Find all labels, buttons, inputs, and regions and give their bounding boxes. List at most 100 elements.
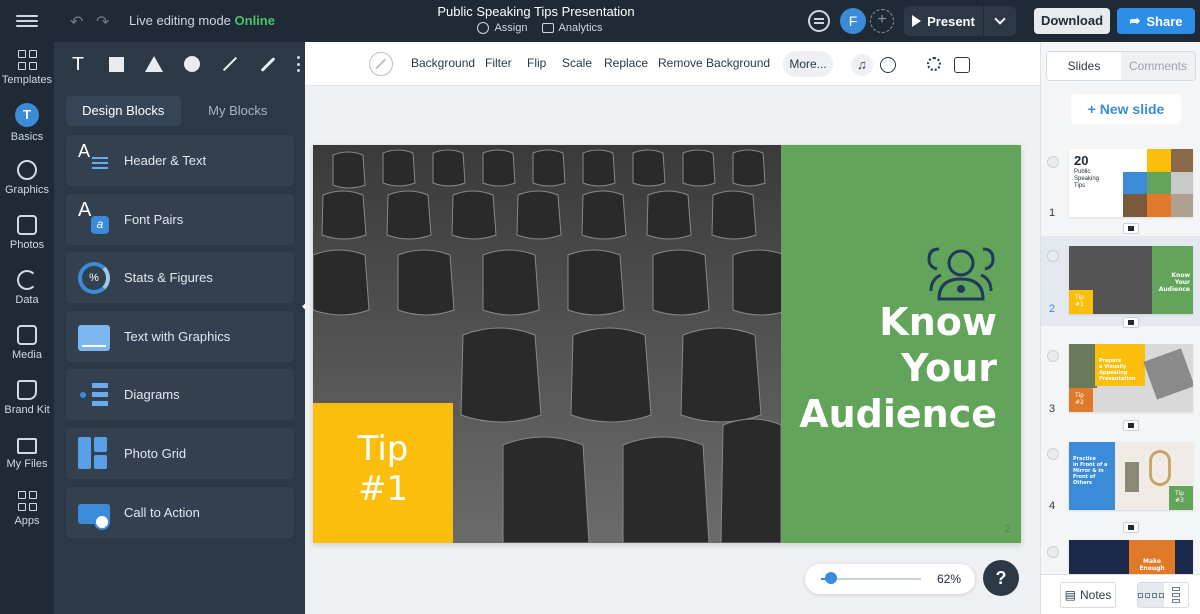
- rail-item-my-files[interactable]: My Files: [0, 428, 54, 483]
- option-scale[interactable]: Scale: [562, 56, 592, 70]
- slide-thumb-row-selected[interactable]: 2 Know Your Audience Tip #1: [1041, 236, 1200, 328]
- more-tools-icon[interactable]: [296, 56, 300, 72]
- slide-thumbnail-5[interactable]: Make Enough: [1069, 540, 1193, 574]
- basics-panel: T Design Blocks My Blocks Header & Text …: [54, 42, 305, 614]
- present-label: Present: [927, 13, 975, 29]
- rail-label: Apps: [14, 515, 40, 527]
- download-button[interactable]: Download: [1034, 8, 1110, 34]
- help-button[interactable]: ?: [983, 560, 1019, 596]
- share-label: Share: [1146, 13, 1183, 29]
- block-header-text[interactable]: Header & Text: [66, 135, 294, 186]
- more-options-button[interactable]: More...: [783, 51, 833, 77]
- avatar[interactable]: F: [840, 8, 866, 34]
- draw-tool[interactable]: [258, 54, 278, 74]
- slide-thumb-row[interactable]: 3 Prepare a Visually Appealing Presentat…: [1041, 336, 1200, 431]
- slide-thumbnail-2[interactable]: Know Your Audience Tip #1: [1069, 246, 1193, 314]
- slide-menu-icon[interactable]: [1047, 156, 1059, 168]
- transition-icon[interactable]: [1123, 522, 1139, 533]
- block-stats-figures[interactable]: % Stats & Figures: [66, 252, 294, 304]
- block-call-to-action[interactable]: Call to Action: [66, 486, 294, 538]
- mode-label: Live editing mode: [129, 13, 231, 28]
- option-background[interactable]: Background: [411, 56, 475, 70]
- title-panel: Know Your Audience 2: [781, 145, 1021, 543]
- mode-status: Online: [234, 13, 275, 28]
- transition-icon[interactable]: [1123, 420, 1139, 431]
- zoom-control: 62%: [805, 564, 975, 594]
- slide-menu-icon[interactable]: [1047, 448, 1059, 460]
- slides-bottom-bar: ▤ Notes: [1041, 574, 1200, 614]
- slide-thumb-row[interactable]: Make Enough: [1041, 534, 1200, 574]
- slide-thumbnail-1[interactable]: 20 Public Speaking Tips: [1069, 149, 1193, 217]
- slide-thumbnail-3[interactable]: Prepare a Visually Appealing Presentatio…: [1069, 344, 1193, 412]
- list-view-button[interactable]: [1164, 583, 1188, 607]
- slides-panel: Slides Comments + New slide 1 20 Public …: [1040, 42, 1200, 614]
- grid-view-button[interactable]: [1138, 583, 1164, 607]
- undo-icon[interactable]: ↶: [70, 12, 83, 32]
- rectangle-tool[interactable]: [106, 54, 126, 74]
- document-title[interactable]: Public Speaking Tips Presentation: [400, 4, 672, 19]
- new-slide-button[interactable]: + New slide: [1071, 94, 1181, 124]
- zoom-slider-handle[interactable]: [825, 572, 837, 584]
- slide-menu-icon[interactable]: [1047, 250, 1059, 262]
- block-diagrams[interactable]: Diagrams: [66, 369, 294, 421]
- assign-icon: [477, 22, 490, 34]
- slide-thumb-row[interactable]: 1 20 Public Speaking Tips: [1041, 142, 1200, 234]
- circle-tool[interactable]: [182, 54, 202, 74]
- comments-icon[interactable]: [808, 10, 830, 32]
- editor-app: ↶ ↷ Live editing mode Online Public Spea…: [0, 0, 1200, 614]
- triangle-tool[interactable]: [144, 54, 164, 74]
- text-graphics-icon: [78, 324, 110, 351]
- line-icon: [222, 56, 238, 72]
- notes-button[interactable]: ▤ Notes: [1060, 582, 1116, 608]
- rail-item-basics[interactable]: T Basics: [0, 97, 54, 152]
- menu-icon[interactable]: [14, 12, 40, 30]
- add-collaborator-icon[interactable]: +: [870, 9, 894, 33]
- tab-comments[interactable]: Comments: [1121, 52, 1195, 80]
- rail-item-brand-kit[interactable]: Brand Kit: [0, 372, 54, 427]
- slide-menu-icon[interactable]: [1047, 546, 1059, 558]
- slide-heading[interactable]: Know Your Audience: [767, 299, 997, 437]
- option-filter[interactable]: Filter: [485, 56, 512, 70]
- triangle-icon: [145, 56, 163, 72]
- media-icon: [17, 325, 37, 345]
- block-text-graphics[interactable]: Text with Graphics: [66, 310, 294, 362]
- rail-item-graphics[interactable]: Graphics: [0, 152, 54, 207]
- option-replace[interactable]: Replace: [604, 56, 648, 70]
- rail-item-photos[interactable]: Photos: [0, 207, 54, 262]
- tab-my-blocks[interactable]: My Blocks: [181, 96, 296, 126]
- block-photo-grid[interactable]: Photo Grid: [66, 427, 294, 479]
- slide-number: 4: [1049, 500, 1056, 512]
- option-remove-background[interactable]: Remove Background: [658, 56, 770, 70]
- rail-item-media[interactable]: Media: [0, 317, 54, 372]
- text-tool-icon[interactable]: T: [68, 54, 88, 75]
- gear-icon[interactable]: [927, 57, 941, 71]
- present-button[interactable]: Present: [904, 6, 984, 36]
- slide-menu-icon[interactable]: [1047, 350, 1059, 362]
- redo-icon[interactable]: ↷: [96, 12, 109, 32]
- present-dropdown[interactable]: [984, 6, 1016, 36]
- rail-item-templates[interactable]: Templates: [0, 42, 54, 97]
- analytics-link[interactable]: Analytics: [541, 22, 603, 34]
- folder-icon: [17, 438, 37, 454]
- share-button[interactable]: ➦ Share: [1117, 8, 1195, 34]
- tip-box[interactable]: Tip #1: [313, 403, 453, 543]
- slide-thumb-row[interactable]: 4 Practice in Front of a Mirror & in Fro…: [1041, 434, 1200, 534]
- grid-view-icon: [1138, 592, 1164, 598]
- option-flip[interactable]: Flip: [527, 56, 546, 70]
- photo-grid-icon: [78, 437, 110, 470]
- tab-slides[interactable]: Slides: [1047, 52, 1121, 80]
- alarm-icon[interactable]: [880, 57, 896, 73]
- slide-thumbnail-4[interactable]: Practice in Front of a Mirror & in Front…: [1069, 442, 1193, 510]
- transition-icon[interactable]: [1123, 223, 1139, 234]
- rail-item-data[interactable]: Data: [0, 262, 54, 317]
- transition-icon[interactable]: [1123, 317, 1139, 328]
- tab-design-blocks[interactable]: Design Blocks: [66, 96, 181, 126]
- slide-canvas[interactable]: Know Your Audience 2 Tip #1: [313, 145, 1021, 543]
- line-tool[interactable]: [220, 54, 240, 74]
- music-icon[interactable]: ♫: [851, 54, 873, 76]
- assign-link[interactable]: Assign: [477, 22, 528, 34]
- transparency-icon[interactable]: [369, 52, 393, 76]
- scan-icon[interactable]: [954, 57, 970, 73]
- rail-item-apps[interactable]: Apps: [0, 483, 54, 538]
- block-font-pairs[interactable]: Font Pairs: [66, 193, 294, 245]
